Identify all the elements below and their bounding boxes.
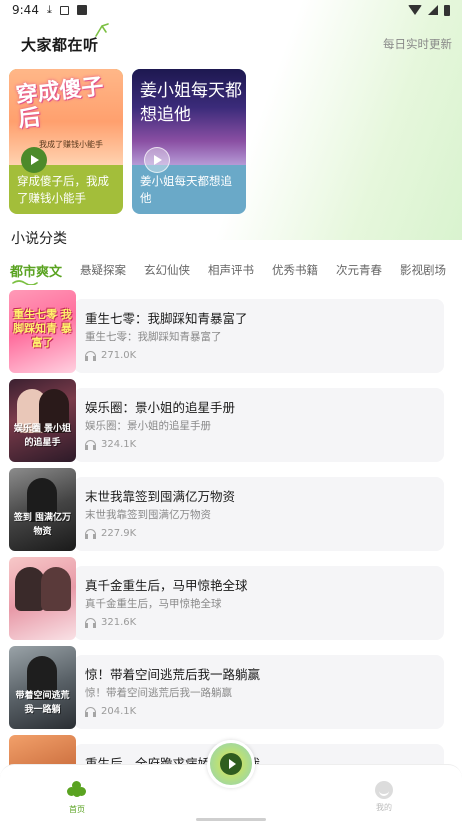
home-indicator (196, 818, 266, 821)
play-count-value: 271.0K (101, 350, 137, 361)
tab-drama[interactable]: 影视剧场 (400, 262, 446, 278)
cover-figure (41, 567, 71, 611)
play-icon (220, 753, 242, 775)
banner-art-subtitle: 我成了赚钱小能手 (39, 140, 103, 149)
section-title: 小说分类 (11, 231, 67, 247)
book-cover: 重生七零 我脚踩知青 暴富了 (9, 290, 76, 373)
download-icon: ⤓ (46, 3, 52, 16)
play-count-value: 321.6K (101, 617, 137, 628)
play-count: 227.9K (85, 528, 136, 539)
tab-youth[interactable]: 次元青春 (336, 262, 382, 278)
nav-mine-label: 我的 (376, 803, 392, 812)
headphones-icon (85, 439, 96, 450)
headphones-icon (85, 350, 96, 361)
book-title: 惊！带着空间逃荒后我一路躺赢 (85, 667, 261, 682)
book-title: 末世我靠签到囤满亿万物资 (85, 489, 236, 504)
play-count-value: 324.1K (101, 439, 137, 450)
featured-banners: 穿成傻子后 我成了赚钱小能手 穿成傻子后，我成了赚钱小能手 姜小姐每天都想追他 … (9, 69, 246, 214)
status-time: 9:44 (12, 3, 39, 17)
play-icon[interactable] (21, 147, 47, 173)
banner-art-title: 姜小姐每天都想追他 (140, 81, 242, 125)
battery-icon (444, 4, 450, 16)
play-icon[interactable] (144, 147, 170, 173)
headphones-icon (85, 706, 96, 717)
play-count-value: 227.9K (101, 528, 137, 539)
banner-card[interactable]: 姜小姐每天都想追他 姜小姐每天都想追他 (132, 69, 246, 214)
sparkle-icon (94, 22, 109, 37)
book-title: 真千金重生后，马甲惊艳全球 (85, 578, 248, 593)
nav-home-label: 首页 (69, 805, 85, 814)
banner-caption: 穿成傻子后，我成了赚钱小能手 (17, 174, 109, 205)
book-cover: 带着空间逃荒 我一路躺 (9, 646, 76, 729)
book-cover (9, 557, 76, 640)
cover-title-art: 重生七零 我脚踩知青 暴富了 (13, 308, 72, 349)
play-count: 271.0K (85, 350, 136, 361)
cover-title-art: 签到 囤满亿万物资 (13, 513, 72, 537)
list-item[interactable]: 签到 囤满亿万物资 末世我靠签到囤满亿万物资 末世我靠签到囤满亿万物资 227.… (9, 468, 444, 551)
tab-urban[interactable]: 都市爽文 (10, 261, 62, 280)
headphones-icon (85, 528, 96, 539)
book-title: 重生七零：我脚踩知青暴富了 (85, 311, 248, 326)
banner-card[interactable]: 穿成傻子后 我成了赚钱小能手 穿成傻子后，我成了赚钱小能手 (9, 69, 123, 214)
book-description: 惊！带着空间逃荒后我一路躺赢 (85, 687, 232, 699)
headphones-icon (85, 617, 96, 628)
tab-mystery[interactable]: 悬疑探案 (80, 262, 126, 278)
nav-mine[interactable]: 我的 (354, 781, 414, 813)
square-notification-icon (76, 5, 87, 15)
cover-title-art: 带着空间逃荒 我一路躺 (15, 691, 70, 715)
play-count-value: 204.1K (101, 706, 137, 717)
nav-home[interactable]: 首页 (47, 781, 107, 815)
cover-title-art: 娱乐圈 景小姐的追星手 (13, 424, 72, 448)
now-playing-button[interactable] (207, 740, 255, 788)
wifi-icon (408, 5, 422, 15)
clover-icon (67, 781, 87, 801)
page-title: 大家都在听 (17, 22, 109, 61)
page-header: 大家都在听 每日实时更新 (0, 22, 462, 64)
active-tab-indicator (12, 280, 38, 285)
list-item[interactable]: 娱乐圈 景小姐的追星手 娱乐圈：景小姐的追星手册 娱乐圈：景小姐的追星手册 32… (9, 379, 444, 462)
tab-fantasy[interactable]: 玄幻仙侠 (144, 262, 190, 278)
update-subtitle: 每日实时更新 (383, 37, 452, 51)
list-item[interactable]: 重生七零 我脚踩知青 暴富了 重生七零：我脚踩知青暴富了 重生七零：我脚踩知青暴… (9, 290, 444, 373)
book-description: 娱乐圈：景小姐的追星手册 (85, 420, 211, 432)
banner-art-title: 穿成傻子后 (14, 74, 105, 133)
list-item[interactable]: 真千金重生后，马甲惊艳全球 真千金重生后，马甲惊艳全球 321.6K (9, 557, 444, 640)
tab-excellent-books[interactable]: 优秀书籍 (272, 262, 318, 278)
book-title: 娱乐圈：景小姐的追星手册 (85, 400, 236, 415)
banner-caption: 姜小姐每天都想追他 (140, 174, 232, 205)
status-bar: 9:44 ⤓ (0, 0, 462, 20)
play-count: 324.1K (85, 439, 136, 450)
book-description: 重生七零：我脚踩知青暴富了 (85, 331, 222, 343)
book-cover: 签到 囤满亿万物资 (9, 468, 76, 551)
book-description: 真千金重生后，马甲惊艳全球 (85, 598, 222, 610)
smiley-icon (375, 781, 393, 799)
category-tabs: 都市爽文 悬疑探案 玄幻仙侠 相声评书 优秀书籍 次元青春 影视剧场 广 (0, 260, 462, 280)
book-description: 末世我靠签到囤满亿万物资 (85, 509, 211, 521)
signal-icon (428, 5, 438, 15)
book-cover: 娱乐圈 景小姐的追星手 (9, 379, 76, 462)
play-count: 321.6K (85, 617, 136, 628)
list-item[interactable]: 带着空间逃荒 我一路躺 惊！带着空间逃荒后我一路躺赢 惊！带着空间逃荒后我一路躺… (9, 646, 444, 729)
tab-crosstalk[interactable]: 相声评书 (208, 262, 254, 278)
page-title-text: 大家都在听 (21, 35, 99, 54)
play-count: 204.1K (85, 706, 136, 717)
app-notification-icon (59, 5, 69, 15)
